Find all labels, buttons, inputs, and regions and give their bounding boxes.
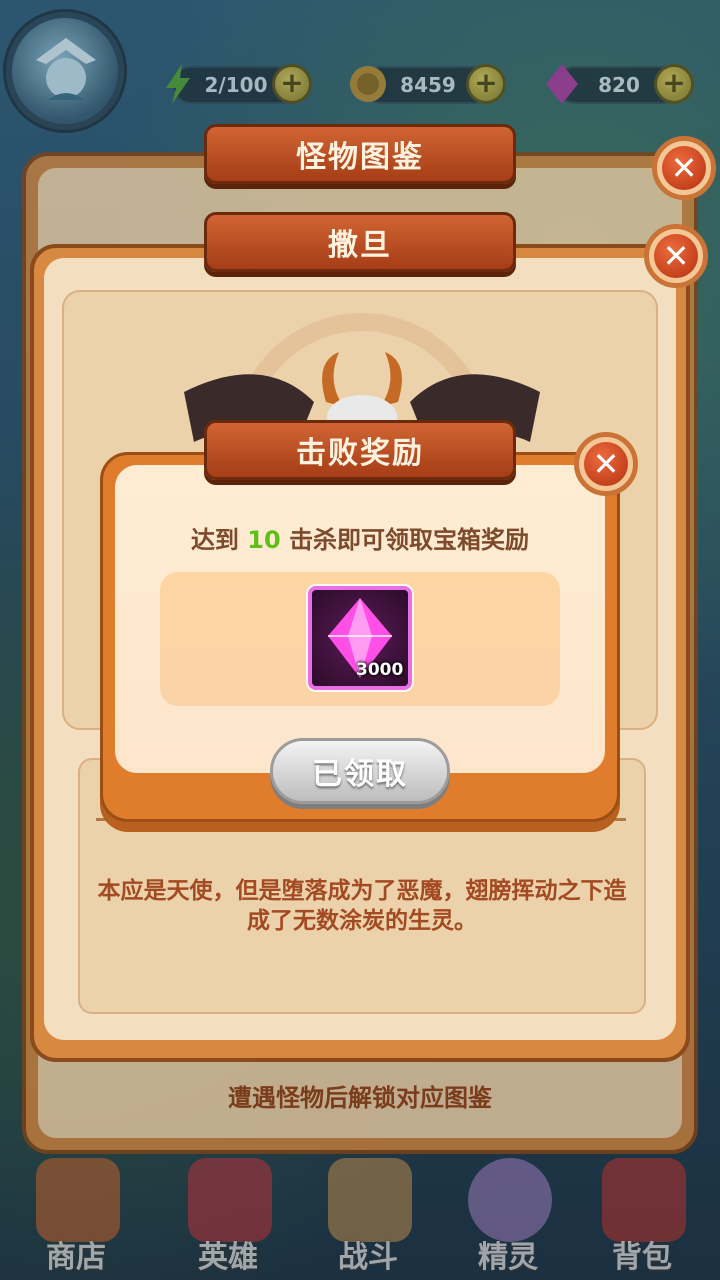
egg-icon	[468, 1158, 552, 1242]
shop-icon	[36, 1158, 120, 1242]
nav-shop[interactable]: 商店	[6, 1150, 146, 1280]
goal-kill-count: 10	[247, 526, 281, 554]
goal-suffix: 击杀即可领取宝箱奖励	[289, 526, 530, 554]
nav-label: 战斗	[338, 1240, 398, 1275]
nav-backpack[interactable]: 背包	[572, 1150, 712, 1280]
reward-goal-text: 达到 10 击杀即可领取宝箱奖励	[0, 520, 720, 555]
nav-label: 精灵	[478, 1240, 538, 1275]
reward-popup-title: 击败奖励	[204, 420, 516, 480]
nav-spirits[interactable]: 精灵	[438, 1150, 578, 1280]
nav-heroes[interactable]: 英雄	[158, 1150, 298, 1280]
close-reward-button[interactable]: ✕	[574, 432, 638, 496]
nav-battle[interactable]: 战斗	[298, 1150, 438, 1280]
reward-item-count: 3000	[356, 660, 404, 680]
helmet-icon	[188, 1158, 272, 1242]
close-icon: ✕	[584, 442, 628, 486]
nav-label: 商店	[46, 1240, 106, 1275]
nav-label: 背包	[612, 1240, 672, 1275]
backpack-icon	[602, 1158, 686, 1242]
bottom-nav: 商店 英雄 战斗 精灵 背包	[0, 1150, 720, 1280]
battle-flag-icon	[328, 1158, 412, 1242]
claimed-button[interactable]: 已领取	[270, 738, 450, 804]
goal-prefix: 达到	[190, 526, 239, 554]
nav-label: 英雄	[198, 1240, 258, 1275]
